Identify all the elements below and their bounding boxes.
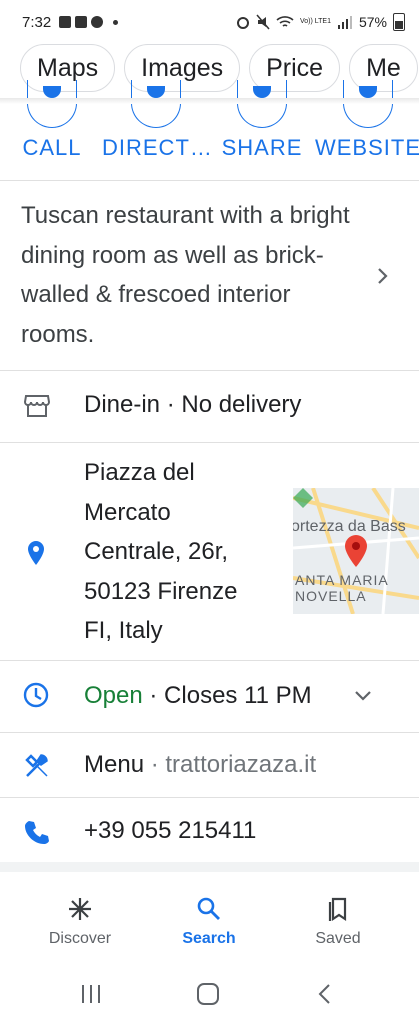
alarm-icon [236, 17, 249, 29]
map-label: ANTA MARIA NOVELLA [295, 572, 389, 604]
call-button[interactable]: CALL [0, 80, 107, 180]
status-right: Vo)) LTE1 57% [236, 0, 405, 44]
storefront-icon [23, 395, 51, 417]
phone-icon [25, 821, 49, 844]
directions-icon [131, 80, 181, 128]
notification-icons [59, 16, 119, 28]
mute-icon [256, 14, 270, 30]
nav-discover[interactable]: Discover [25, 894, 135, 948]
section-separator [0, 862, 419, 872]
more-notifications-icon [113, 19, 119, 25]
network-label: Vo)) LTE1 [299, 18, 331, 25]
phone-icon [27, 80, 77, 128]
nav-saved[interactable]: Saved [283, 894, 393, 948]
description-text: Tuscan restaurant with a bright dining r… [21, 202, 350, 348]
menu-text: Menu · trattoriazaza.it [84, 751, 316, 779]
action-buttons: CALL DIRECT… SHARE WEBSITE [0, 80, 419, 180]
address-text: Piazza del Mercato Centrale, 26r, 50123 … [84, 453, 274, 651]
share-icon [237, 80, 287, 128]
mail-icon [75, 16, 88, 28]
address-line: Piazza del [84, 459, 195, 486]
share-label: SHARE [221, 135, 303, 160]
bookmarks-icon [328, 897, 347, 922]
call-label: CALL [22, 135, 82, 160]
address-line: Mercato [84, 498, 171, 526]
status-time: 7:32 [22, 13, 52, 31]
service-text: Dine-in · No delivery [84, 391, 302, 418]
bottom-navigation: Discover Search Saved [0, 884, 419, 964]
chevron-right-icon [378, 268, 388, 284]
signal-icon [337, 16, 352, 29]
nav-search[interactable]: Search [154, 894, 264, 948]
divider [0, 797, 419, 798]
divider [0, 660, 419, 661]
wifi-icon [276, 16, 294, 27]
menu-label: Menu [84, 751, 145, 778]
divider [0, 180, 419, 181]
back-icon[interactable] [315, 982, 335, 1006]
chips-shadow [0, 98, 419, 104]
globe-icon [343, 80, 393, 128]
nav-saved-label: Saved [315, 930, 361, 947]
open-status: Open [84, 682, 143, 709]
clock-icon [23, 682, 49, 708]
chevron-down-icon [355, 691, 371, 701]
app-icon [91, 16, 104, 28]
asterisk-icon [69, 898, 91, 920]
directions-button[interactable]: DIRECT… [102, 80, 213, 180]
restaurant-icon [25, 754, 48, 777]
address-line: FI, Italy [84, 617, 163, 644]
divider [0, 442, 419, 443]
phone-number: +39 055 215411 [84, 817, 257, 844]
nav-discover-label: Discover [48, 930, 112, 947]
divider [0, 732, 419, 733]
map-thumbnail[interactable]: ortezza da Bass ANTA MARIA NOVELLA [293, 488, 419, 614]
battery-percent: 57% [358, 14, 387, 30]
divider [0, 370, 419, 371]
map-pin-icon [345, 535, 367, 567]
nav-search-label: Search [182, 930, 236, 947]
closing-time: · Closes 11 PM [149, 682, 312, 709]
map-label-line: NOVELLA [295, 588, 367, 604]
home-icon[interactable] [196, 982, 220, 1006]
address-line: Centrale, 26r, [84, 538, 229, 565]
website-label: WEBSITE [314, 135, 419, 160]
hours-text: Open · Closes 11 PM [84, 682, 312, 710]
battery-icon [393, 13, 405, 31]
status-bar: 7:32 Vo)) LTE1 57% [0, 0, 419, 44]
address-line: 50123 Firenze [84, 577, 238, 605]
system-navigation-bar [0, 964, 419, 1024]
map-label-line: ANTA MARIA [295, 572, 389, 588]
directions-label: DIRECT… [102, 135, 213, 160]
menu-website-link[interactable]: trattoriazaza.it [165, 751, 316, 778]
website-button[interactable]: WEBSITE [313, 80, 419, 180]
search-icon [197, 897, 220, 920]
location-pin-icon [28, 541, 44, 565]
menu-separator: · [150, 751, 159, 778]
gallery-icon [59, 16, 72, 28]
share-button[interactable]: SHARE [207, 80, 317, 180]
recent-apps-icon[interactable] [80, 983, 102, 1005]
